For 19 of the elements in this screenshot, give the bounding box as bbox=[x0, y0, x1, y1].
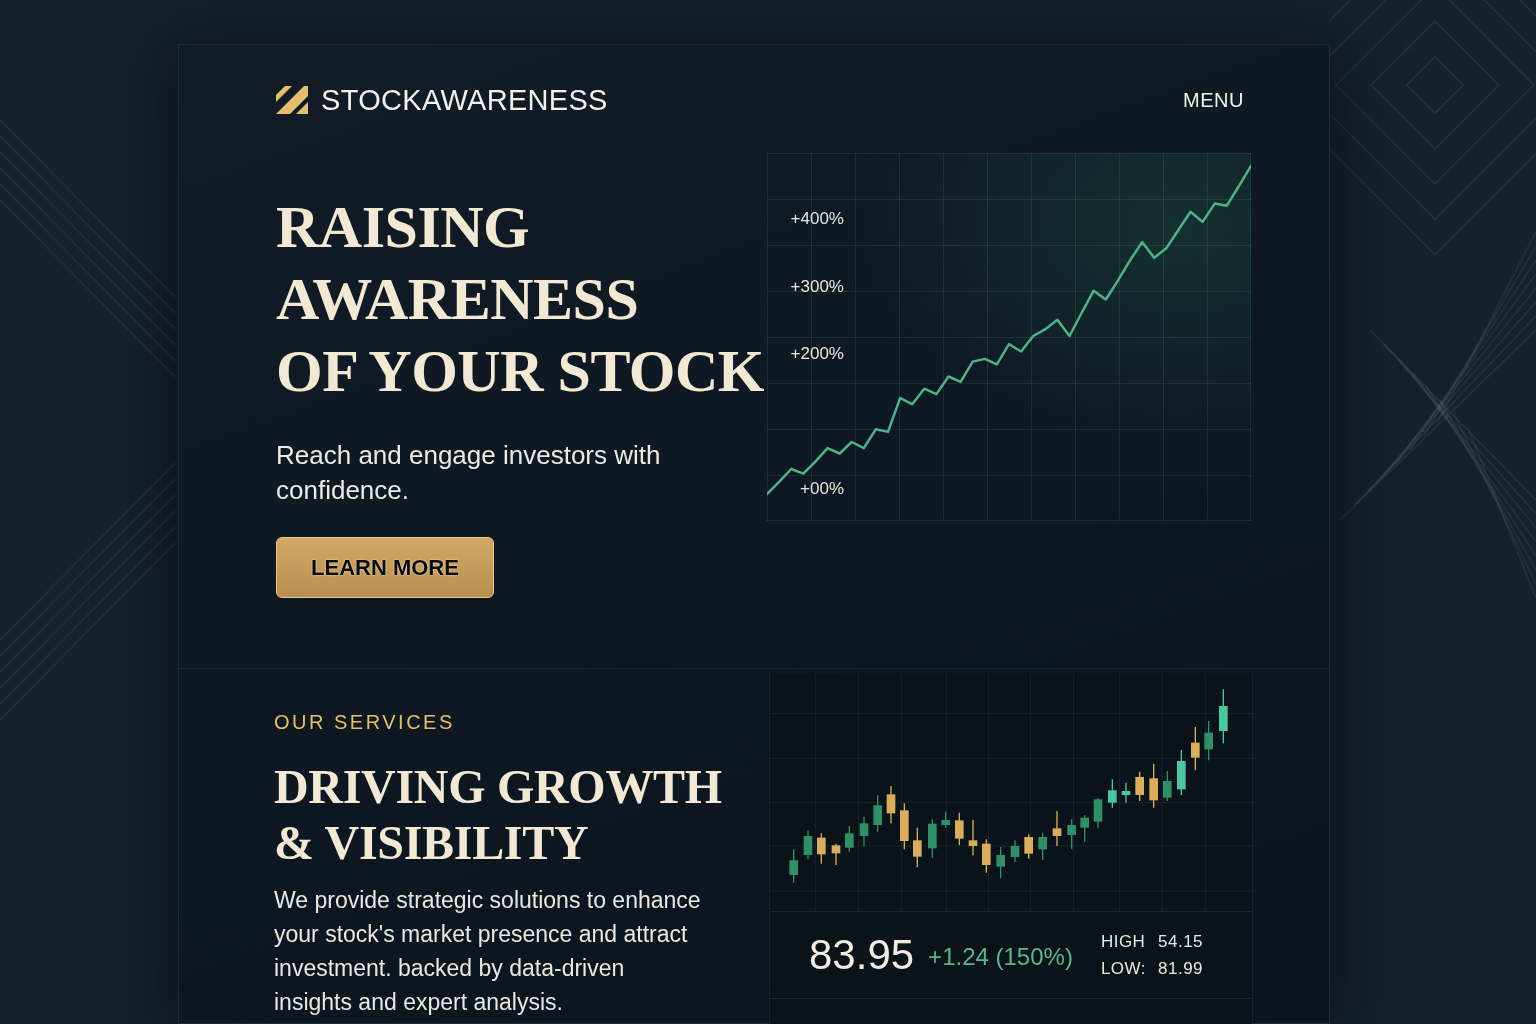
stat-value: 81.99 bbox=[1158, 958, 1204, 980]
stat-label: LOW: bbox=[1100, 958, 1146, 980]
services-heading: DRIVING GROWTH & VISIBILITY bbox=[274, 759, 723, 871]
brand-logo-link[interactable]: STOCKAWARENESS bbox=[276, 81, 608, 119]
services-description: We provide strategic solutions to enhance your stock's market presence and attract investment. backed by data-driven insights and expert analysis. bbox=[274, 886, 702, 1017]
learn-more-button[interactable]: LEARN MORE bbox=[276, 537, 494, 598]
stat-value: 54.15 bbox=[1158, 931, 1204, 953]
stat-label: HIGH bbox=[1100, 931, 1146, 953]
stock-price: 83.95 bbox=[809, 931, 915, 979]
logo-icon bbox=[276, 84, 308, 116]
price-change: +1.24 (150%) bbox=[928, 942, 1073, 972]
menu-button[interactable]: MENU bbox=[1183, 81, 1244, 119]
hero-subtitle: Reach and engage investors with confidence. bbox=[276, 439, 662, 507]
y-axis-label: +300% bbox=[790, 276, 844, 296]
section-eyebrow: OUR SERVICES bbox=[274, 710, 456, 734]
y-axis-label: +400% bbox=[790, 209, 844, 229]
y-axis-label: +00% bbox=[800, 479, 844, 499]
y-axis-label: +200% bbox=[790, 344, 844, 364]
hero-heading: RAISING AWARENESS OF YOUR STOCK bbox=[276, 193, 765, 406]
